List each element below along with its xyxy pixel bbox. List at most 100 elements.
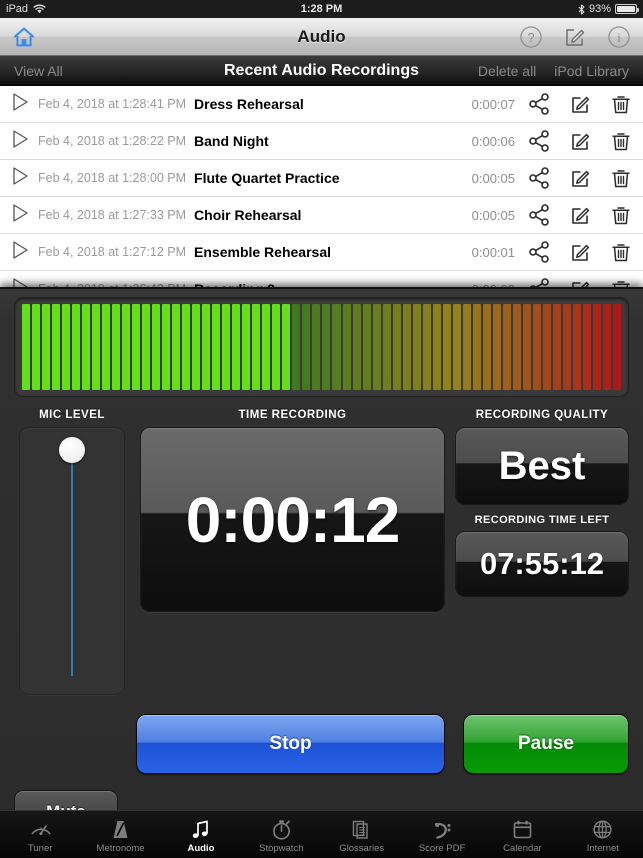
table-row[interactable]: Feb 4, 2018 at 1:28:41 PM Dress Rehearsal… [0, 86, 643, 123]
tab-bar[interactable]: Tuner Metronome Audio Stopwatch Glossaries Sc… [0, 810, 643, 858]
question-circle-icon[interactable]: ? [519, 25, 543, 49]
recording-date: Feb 4, 2018 at 1:27:33 PM [38, 208, 187, 222]
share-icon[interactable] [529, 167, 550, 189]
trash-icon[interactable] [611, 205, 631, 226]
meter-segment [552, 304, 561, 390]
trash-icon[interactable] [611, 168, 631, 189]
delete-all-button[interactable]: Delete all [478, 63, 536, 79]
table-row[interactable]: Feb 4, 2018 at 1:27:33 PM Choir Rehearsal… [0, 197, 643, 234]
meter-segment [302, 304, 311, 390]
meter-segment [442, 304, 451, 390]
tab-label: Audio [187, 842, 215, 854]
table-row[interactable]: Feb 4, 2018 at 1:27:12 PM Ensemble Rehear… [0, 234, 643, 271]
table-row[interactable]: Feb 4, 2018 at 1:28:00 PM Flute Quartet P… [0, 160, 643, 197]
tab-label: Score PDF [418, 842, 466, 854]
meter-segment [272, 304, 281, 390]
tab-tuner[interactable]: Tuner [0, 811, 80, 858]
edit-icon[interactable] [570, 131, 591, 152]
table-row[interactable]: Feb 4, 2018 at 1:28:22 PM Band Night 0:00:… [0, 123, 643, 160]
share-icon[interactable] [529, 93, 550, 115]
meter-segment [402, 304, 411, 390]
meter-segment [142, 304, 151, 390]
meter-segment [62, 304, 71, 390]
tab-glossaries[interactable]: Glossaries [322, 811, 402, 858]
edit-icon[interactable] [570, 205, 591, 226]
row-actions [529, 130, 631, 152]
view-all-button[interactable]: View All [14, 63, 63, 79]
meter-segment [322, 304, 331, 390]
meter-segment [172, 304, 181, 390]
meter-segment [192, 304, 201, 390]
recording-time-left-value: 07:55:12 [479, 546, 605, 581]
meter-segment [352, 304, 361, 390]
edit-icon[interactable] [570, 242, 591, 263]
tab-calendar[interactable]: Calendar [482, 811, 562, 858]
recording-duration: 0:00:07 [471, 96, 515, 112]
recording-time-left-label: RECORDING TIME LEFT [474, 514, 610, 526]
meter-segment [102, 304, 111, 390]
recording-date: Feb 4, 2018 at 1:28:00 PM [38, 171, 187, 185]
recorder-labels: MIC LEVEL TIME RECORDING RECORDING QUALI… [14, 409, 629, 421]
edit-icon[interactable] [570, 168, 591, 189]
meter-segment [112, 304, 121, 390]
tab-internet[interactable]: Internet [563, 811, 643, 858]
tab-label: Glossaries [339, 842, 385, 854]
tab-stopwatch[interactable]: Stopwatch [241, 811, 321, 858]
play-button[interactable] [10, 166, 38, 191]
trash-icon[interactable] [611, 131, 631, 152]
time-recording-display: 0:00:12 [140, 427, 445, 612]
svg-text:?: ? [527, 30, 534, 45]
recording-quality-display[interactable]: Best [455, 427, 629, 505]
play-button[interactable] [10, 203, 38, 228]
wifi-icon [33, 4, 46, 14]
share-icon[interactable] [529, 130, 550, 152]
tab-audio[interactable]: Audio [161, 811, 241, 858]
stop-button[interactable]: Stop [136, 714, 445, 774]
meter-segment [332, 304, 341, 390]
meter-segment [412, 304, 421, 390]
meter-segment [562, 304, 571, 390]
meter-segment [372, 304, 381, 390]
meter-segment [132, 304, 141, 390]
meter-segment [542, 304, 551, 390]
mic-slider-knob[interactable] [59, 437, 85, 463]
row-actions [529, 241, 631, 263]
mic-level-slider[interactable] [19, 427, 125, 695]
meter-segment [362, 304, 371, 390]
play-button[interactable] [10, 277, 38, 287]
pause-button[interactable]: Pause [463, 714, 629, 774]
ipod-library-button[interactable]: iPod Library [554, 63, 629, 79]
nav-bar: Audio ? i [0, 18, 643, 56]
device-name: iPad [6, 3, 29, 15]
play-button[interactable] [10, 129, 38, 154]
meter-segment [572, 304, 581, 390]
bass-clef-icon [432, 818, 453, 841]
info-circle-icon[interactable]: i [607, 25, 631, 49]
compose-icon[interactable] [563, 25, 587, 49]
trash-icon[interactable] [611, 94, 631, 115]
recording-name: Flute Quartet Practice [194, 170, 340, 186]
play-button[interactable] [10, 92, 38, 117]
share-icon[interactable] [529, 204, 550, 226]
play-button[interactable] [10, 240, 38, 265]
meter-segment [422, 304, 431, 390]
table-row[interactable]: Feb 4, 2018 at 1:26:42 PMRecording 80:00… [0, 271, 643, 287]
time-recording-value: 0:00:12 [185, 483, 401, 556]
tab-score-pdf[interactable]: Score PDF [402, 811, 482, 858]
share-icon[interactable] [529, 278, 550, 287]
share-icon[interactable] [529, 241, 550, 263]
app-root: iPad 1:28 PM 93% Audio ? i View All Rece… [0, 0, 643, 858]
time-recording-label: TIME RECORDING [238, 409, 347, 421]
recordings-list[interactable]: Feb 4, 2018 at 1:28:41 PM Dress Rehearsal… [0, 86, 643, 287]
trash-icon[interactable] [611, 279, 631, 287]
audio-level-meter [14, 297, 629, 397]
trash-icon[interactable] [611, 242, 631, 263]
meter-segment [92, 304, 101, 390]
status-bar: iPad 1:28 PM 93% [0, 0, 643, 18]
edit-icon[interactable] [570, 94, 591, 115]
edit-icon[interactable] [570, 279, 591, 287]
tab-label: Stopwatch [259, 842, 304, 854]
recordings-toolbar-actions: Delete all iPod Library [478, 63, 629, 79]
home-icon[interactable] [12, 25, 36, 49]
tab-metronome[interactable]: Metronome [80, 811, 160, 858]
